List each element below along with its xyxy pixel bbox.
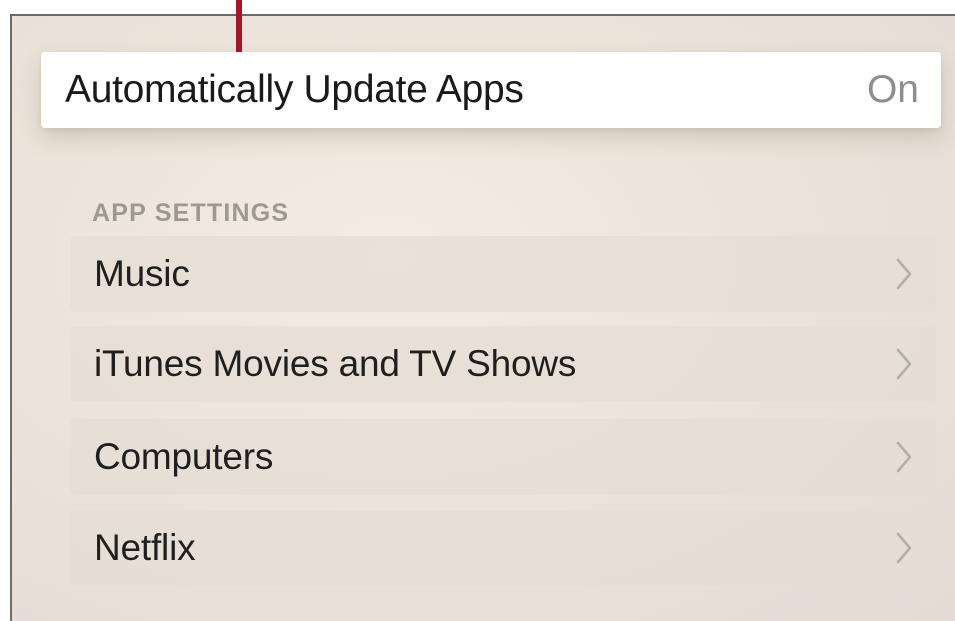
settings-row-itunes-movies-tv[interactable]: iTunes Movies and TV Shows — [70, 326, 936, 402]
automatically-update-apps-row[interactable]: Automatically Update Apps On — [41, 52, 941, 128]
chevron-right-icon — [896, 532, 912, 564]
settings-row-computers[interactable]: Computers — [70, 419, 936, 495]
settings-row-label: iTunes Movies and TV Shows — [94, 343, 577, 384]
callout-line — [236, 0, 242, 52]
section-header-app-settings: APP SETTINGS — [92, 199, 290, 227]
settings-row-label: Computers — [94, 436, 274, 477]
settings-row-netflix[interactable]: Netflix — [70, 510, 936, 586]
chevron-right-icon — [896, 441, 912, 473]
settings-row-label: Music — [94, 253, 190, 294]
automatically-update-apps-label: Automatically Update Apps — [65, 68, 524, 111]
settings-row-music[interactable]: Music — [70, 236, 936, 312]
settings-row-label: Netflix — [94, 527, 196, 568]
automatically-update-apps-value: On — [866, 68, 919, 111]
chevron-right-icon — [896, 348, 912, 380]
chevron-right-icon — [896, 258, 912, 290]
